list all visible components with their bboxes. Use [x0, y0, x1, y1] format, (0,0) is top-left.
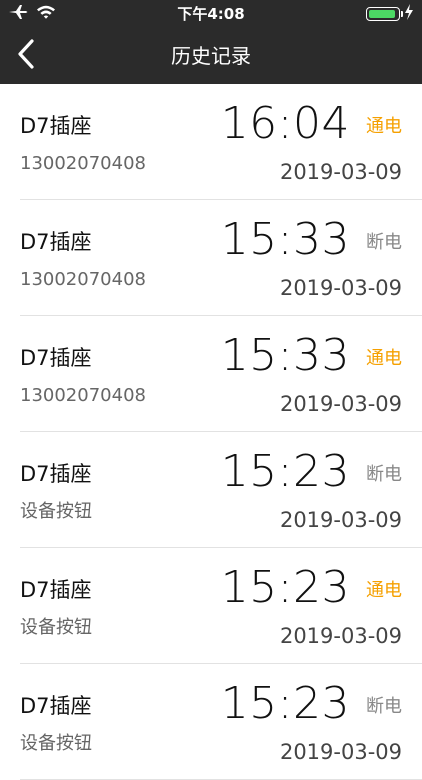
record-date: 2019-03-09: [279, 392, 402, 416]
page-title: 历史记录: [171, 44, 251, 68]
list-item[interactable]: D7插座 13002070408 16:04 通电 2019-03-09: [0, 84, 422, 200]
trigger-source: 13002070408: [20, 269, 146, 290]
record-time: 15:33: [220, 330, 350, 381]
device-name: D7插座: [20, 462, 92, 486]
status-label: 断电: [366, 464, 402, 485]
list-item[interactable]: D7插座 设备按钮 15:23 通电 2019-03-09: [0, 548, 422, 664]
status-label: 通电: [366, 116, 402, 137]
status-label: 断电: [366, 696, 402, 717]
battery-icon: [366, 7, 403, 21]
record-time: 16:04: [220, 98, 350, 149]
status-label: 通电: [366, 348, 402, 369]
device-name: D7插座: [20, 114, 92, 138]
nav-bar: 历史记录: [0, 28, 422, 84]
device-name: D7插座: [20, 346, 92, 370]
trigger-source: 设备按钮: [20, 501, 92, 522]
battery-level: [369, 10, 395, 18]
trigger-source: 设备按钮: [20, 617, 92, 638]
record-date: 2019-03-09: [279, 740, 402, 764]
record-time: 15:23: [220, 562, 350, 613]
status-label: 通电: [366, 580, 402, 601]
battery-cap: [401, 11, 403, 17]
trigger-source: 设备按钮: [20, 733, 92, 754]
trigger-source: 13002070408: [20, 153, 146, 174]
record-time: 15:23: [220, 446, 350, 497]
device-name: D7插座: [20, 578, 92, 602]
list-item[interactable]: D7插座 设备按钮 15:23 断电 2019-03-09: [0, 664, 422, 780]
device-name: D7插座: [20, 230, 92, 254]
device-name: D7插座: [20, 694, 92, 718]
charging-icon: [404, 4, 414, 24]
list-item[interactable]: D7插座 设备按钮 15:23 断电 2019-03-09: [0, 432, 422, 548]
record-date: 2019-03-09: [279, 624, 402, 648]
record-date: 2019-03-09: [279, 276, 402, 300]
status-right: [366, 4, 414, 24]
record-time: 15:33: [220, 214, 350, 265]
record-date: 2019-03-09: [279, 160, 402, 184]
list-item[interactable]: D7插座 13002070408 15:33 断电 2019-03-09: [0, 200, 422, 316]
record-time: 15:23: [220, 678, 350, 729]
trigger-source: 13002070408: [20, 385, 146, 406]
status-bar: 下午4:08: [0, 0, 422, 28]
status-time: 下午4:08: [177, 5, 245, 23]
list-item[interactable]: D7插座 13002070408 15:33 通电 2019-03-09: [0, 316, 422, 432]
status-label: 断电: [366, 232, 402, 253]
record-date: 2019-03-09: [279, 508, 402, 532]
history-list[interactable]: D7插座 13002070408 16:04 通电 2019-03-09 D7插…: [0, 84, 422, 780]
